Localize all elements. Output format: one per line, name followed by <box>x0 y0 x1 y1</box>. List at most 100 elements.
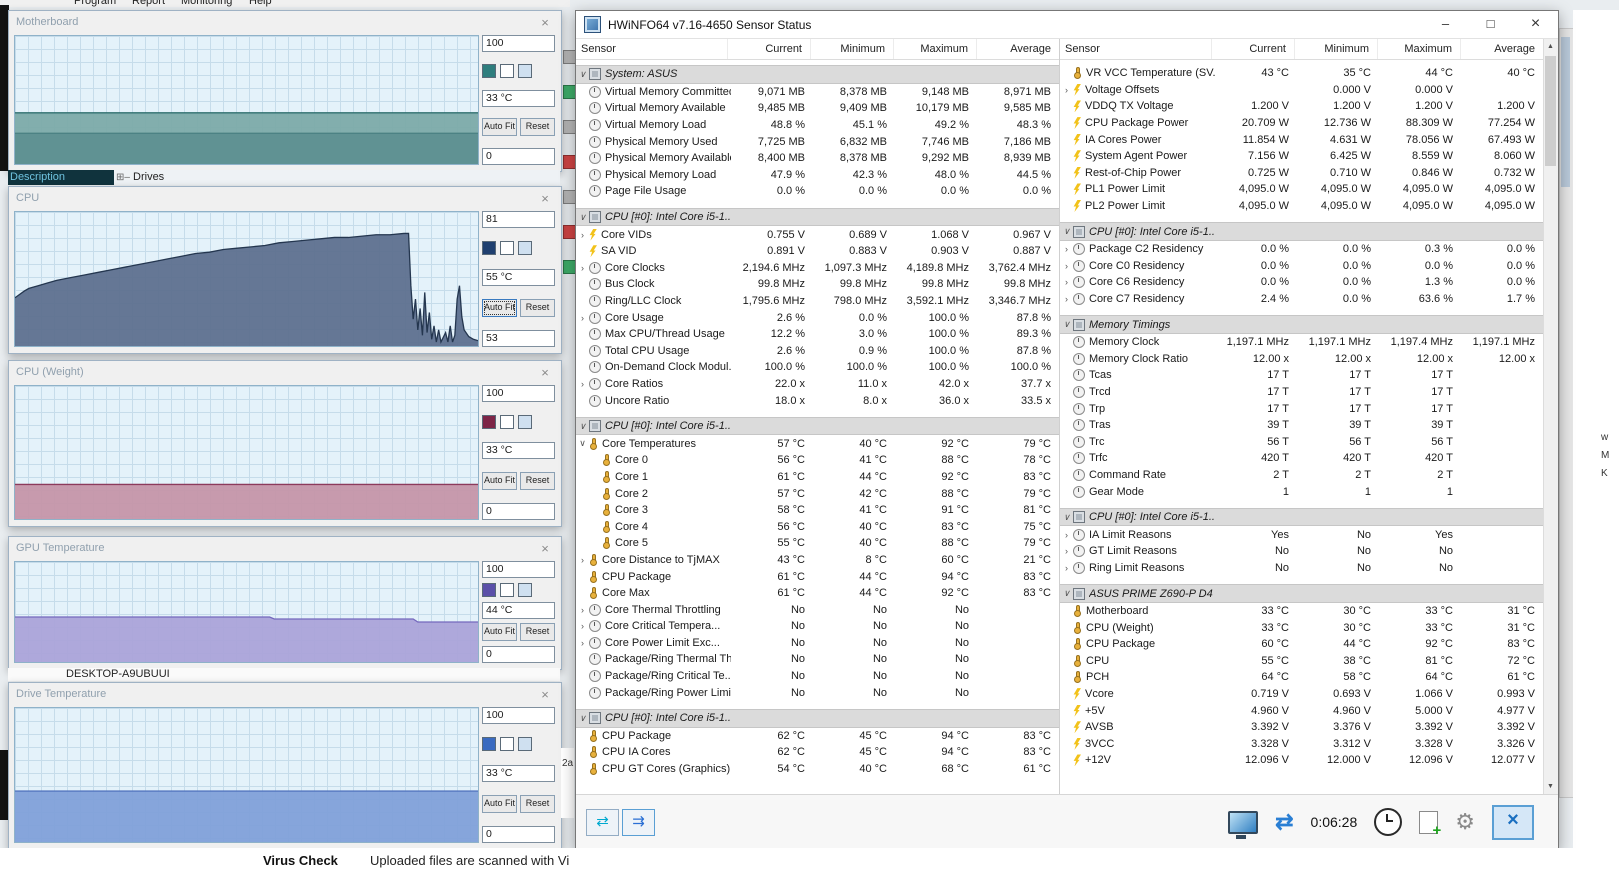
window-titlebar[interactable]: HWiNFO64 v7.16-4650 Sensor Status – □ × <box>576 11 1558 39</box>
sensor-row[interactable]: PL2 Power Limit4,095.0 W4,095.0 W4,095.0… <box>1060 198 1543 215</box>
scroll-up-arrow-icon[interactable]: ▲ <box>1544 39 1557 54</box>
auto-fit-button[interactable]: Auto Fit <box>482 472 517 490</box>
tree-expand-icon[interactable]: ⊞– <box>116 172 130 183</box>
clock-icon[interactable] <box>1374 808 1402 836</box>
sensor-column-move-button[interactable]: ⇉ <box>622 809 655 836</box>
sensor-group-header[interactable]: ∨CPU [#0]: Intel Core i5-1... <box>576 417 1059 436</box>
expand-icon[interactable]: › <box>576 605 589 615</box>
sensor-row[interactable]: Trfc420 T420 T420 T <box>1060 450 1543 467</box>
sensor-row[interactable]: Physical Memory Load47.9 %42.3 %48.0 %44… <box>576 167 1059 184</box>
sensor-row[interactable]: Vcore0.719 V0.693 V1.066 V0.993 V <box>1060 686 1543 703</box>
expand-icon[interactable]: › <box>576 379 589 389</box>
sensor-row[interactable]: Physical Memory Available8,400 MB8,378 M… <box>576 150 1059 167</box>
column-header-current[interactable]: Current <box>1211 39 1294 59</box>
sensor-row[interactable]: Virtual Memory Committed9,071 MB8,378 MB… <box>576 84 1059 101</box>
sensor-row[interactable]: +5V4.960 V4.960 V5.000 V4.977 V <box>1060 702 1543 719</box>
reset-button[interactable]: Reset <box>520 118 555 136</box>
sensor-group-header[interactable]: ∨CPU [#0]: Intel Core i5-1... <box>1060 222 1543 241</box>
expand-icon[interactable]: › <box>576 263 589 273</box>
series-color-swatch[interactable] <box>482 64 496 78</box>
sensor-row[interactable]: Trc56 T56 T56 T <box>1060 433 1543 450</box>
sensor-row[interactable]: VR VCC Temperature (SV...43 °C35 °C44 °C… <box>1060 65 1543 82</box>
menu-item[interactable]: Help <box>249 0 272 7</box>
column-header-average[interactable]: Average <box>976 39 1059 59</box>
sensor-row[interactable]: Uncore Ratio18.0 x8.0 x36.0 x33.5 x <box>576 392 1059 409</box>
sensor-row[interactable]: 3VCC3.328 V3.312 V3.328 V3.326 V <box>1060 736 1543 753</box>
sensor-row[interactable]: +12V12.096 V12.000 V12.096 V12.077 V <box>1060 752 1543 769</box>
menu-item[interactable]: Report <box>132 0 165 7</box>
max-scale-input[interactable]: 100 <box>482 561 555 578</box>
sensor-row[interactable]: ›IA Limit ReasonsYesNoYes <box>1060 526 1543 543</box>
sensor-group-header[interactable]: ∨System: ASUS <box>576 65 1059 84</box>
expand-icon[interactable]: › <box>1060 294 1073 304</box>
sensor-row[interactable]: ›Package C2 Residency0.0 %0.0 %0.3 %0.0 … <box>1060 241 1543 258</box>
column-header-minimum[interactable]: Minimum <box>810 39 893 59</box>
sensor-row[interactable]: ›Core Clocks2,194.6 MHz1,097.3 MHz4,189.… <box>576 260 1059 277</box>
sensor-row[interactable]: ›Core Critical Tempera...NoNoNo <box>576 618 1059 635</box>
grid-color-swatch[interactable] <box>518 737 532 751</box>
series-color-swatch[interactable] <box>482 583 496 597</box>
collapse-icon[interactable]: ∨ <box>576 713 589 724</box>
close-button[interactable]: × <box>1513 11 1558 38</box>
column-header-sensor[interactable]: Sensor <box>576 43 727 55</box>
sensor-row[interactable]: Trp17 T17 T17 T <box>1060 400 1543 417</box>
drives-tree-item[interactable]: ⊞– Drives <box>116 170 164 185</box>
sensor-row[interactable]: ›Core Thermal ThrottlingNoNoNo <box>576 601 1059 618</box>
reset-button[interactable]: Reset <box>520 795 555 813</box>
sensor-row[interactable]: Package/Ring Critical Te...NoNoNo <box>576 668 1059 685</box>
reset-button[interactable]: Reset <box>520 299 555 317</box>
sensor-row[interactable]: System Agent Power7.156 W6.425 W8.559 W8… <box>1060 148 1543 165</box>
sensor-row[interactable]: Memory Clock Ratio12.00 x12.00 x12.00 x1… <box>1060 351 1543 368</box>
sensor-row[interactable]: Package/Ring Power Limi...NoNoNo <box>576 684 1059 701</box>
collapse-icon[interactable]: ∨ <box>576 438 589 449</box>
sensor-row[interactable]: Core 056 °C41 °C88 °C78 °C <box>576 452 1059 469</box>
collapse-icon[interactable]: ∨ <box>576 212 589 223</box>
sensor-row[interactable]: Memory Clock1,197.1 MHz1,197.1 MHz1,197.… <box>1060 334 1543 351</box>
max-scale-input[interactable]: 81 <box>482 211 555 228</box>
sensor-row[interactable]: Physical Memory Used7,725 MB6,832 MB7,74… <box>576 133 1059 150</box>
sensor-group-header[interactable]: ∨ASUS PRIME Z690-P D4 (... <box>1060 584 1543 603</box>
min-scale-input[interactable]: 0 <box>482 826 555 843</box>
sensor-row[interactable]: Rest-of-Chip Power0.725 W0.710 W0.846 W0… <box>1060 165 1543 182</box>
background-color-swatch[interactable] <box>500 737 514 751</box>
grid-color-swatch[interactable] <box>518 415 532 429</box>
close-icon[interactable]: × <box>536 191 554 206</box>
sensor-row[interactable]: ›Core C6 Residency0.0 %0.0 %1.3 %0.0 % <box>1060 274 1543 291</box>
close-icon[interactable]: × <box>536 15 554 30</box>
sensor-row[interactable]: Total CPU Usage2.6 %0.9 %100.0 %87.8 % <box>576 343 1059 360</box>
sensor-row[interactable]: CPU Package62 °C45 °C94 °C83 °C <box>576 728 1059 745</box>
sensor-row[interactable]: SA VID0.891 V0.883 V0.903 V0.887 V <box>576 243 1059 260</box>
settings-gear-icon[interactable]: ⚙ <box>1455 811 1475 833</box>
graph-window-titlebar[interactable]: GPU Temperature × <box>9 537 561 559</box>
column-headers[interactable]: Sensor Current Minimum Maximum Average <box>1060 39 1543 60</box>
column-headers[interactable]: Sensor Current Minimum Maximum Average <box>576 39 1059 60</box>
close-icon[interactable]: × <box>536 687 554 702</box>
scrollbar-thumb[interactable] <box>1545 56 1556 166</box>
background-color-swatch[interactable] <box>500 241 514 255</box>
auto-fit-button[interactable]: Auto Fit <box>482 795 517 813</box>
vertical-scrollbar[interactable]: ▲ ▼ <box>1543 39 1558 794</box>
sensor-row[interactable]: Package/Ring Thermal Th...NoNoNo <box>576 651 1059 668</box>
sensor-row[interactable]: ›Core C0 Residency0.0 %0.0 %0.0 %0.0 % <box>1060 258 1543 275</box>
sensor-row[interactable]: Virtual Memory Available9,485 MB9,409 MB… <box>576 100 1059 117</box>
expand-icon[interactable]: › <box>1060 546 1073 556</box>
collapse-icon[interactable]: ∨ <box>1060 512 1073 523</box>
sensor-row[interactable]: CPU GT Cores (Graphics)54 °C40 °C68 °C61… <box>576 761 1059 778</box>
maximize-button[interactable]: □ <box>1468 11 1513 38</box>
sensor-row[interactable]: Command Rate2 T2 T2 T <box>1060 467 1543 484</box>
sensor-row[interactable]: Tras39 T39 T39 T <box>1060 417 1543 434</box>
scroll-down-arrow-icon[interactable]: ▼ <box>1544 779 1557 794</box>
sensor-group-header[interactable]: ∨Memory Timings <box>1060 315 1543 334</box>
sensor-group-header[interactable]: ∨CPU [#0]: Intel Core i5-1... <box>576 709 1059 728</box>
expand-icon[interactable]: › <box>576 638 589 648</box>
reset-button[interactable]: Reset <box>520 472 555 490</box>
sensor-row[interactable]: Page File Usage0.0 %0.0 %0.0 %0.0 % <box>576 183 1059 200</box>
collapse-icon[interactable]: ∨ <box>1060 319 1073 330</box>
background-color-swatch[interactable] <box>500 415 514 429</box>
close-sensors-button[interactable]: × <box>1492 805 1534 840</box>
expand-icon[interactable]: › <box>576 230 589 240</box>
grid-color-swatch[interactable] <box>518 583 532 597</box>
collapse-icon[interactable]: ∨ <box>576 69 589 80</box>
background-color-swatch[interactable] <box>500 64 514 78</box>
collapse-icon[interactable]: ∨ <box>1060 588 1073 599</box>
